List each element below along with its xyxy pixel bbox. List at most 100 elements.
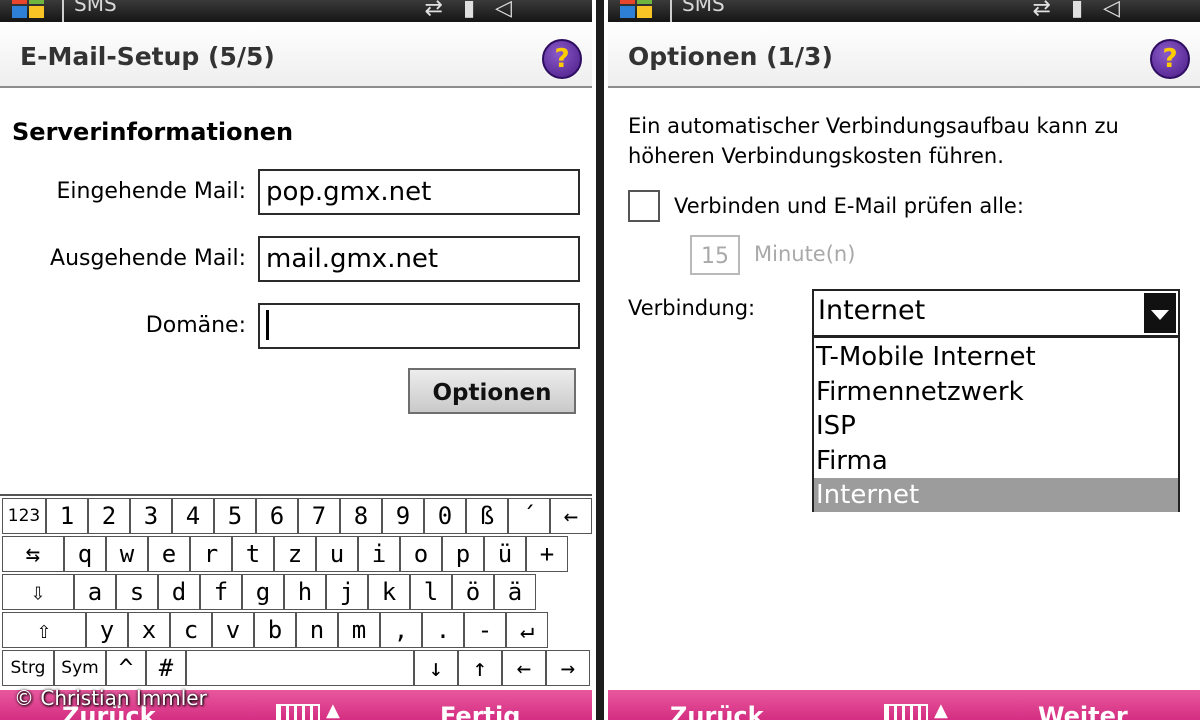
key-2-3[interactable]: w [106, 536, 148, 572]
keyboard-row-3: ⇩ a s d f g h j k l ö ä [0, 574, 592, 612]
screen-divider [592, 0, 608, 720]
chevron-down-icon[interactable] [1144, 293, 1176, 333]
keyboard-row-2: ⇆ q w e r t z u i o p ü + [0, 536, 592, 574]
key-1-3[interactable]: 2 [88, 498, 130, 534]
key-4-9[interactable]: , [380, 612, 422, 648]
key-1-4[interactable]: 3 [130, 498, 172, 534]
key-4-8[interactable]: m [338, 612, 380, 648]
key-4-12[interactable]: ↵ [506, 612, 548, 648]
key-5-8[interactable]: ← [502, 650, 546, 686]
key-4-5[interactable]: v [212, 612, 254, 648]
windows-start-icon[interactable] [12, 0, 46, 18]
minutes-input[interactable]: 15 [690, 235, 740, 275]
key-2-8[interactable]: u [316, 536, 358, 572]
key-2-6[interactable]: t [232, 536, 274, 572]
status-bar: SMS ⇄▮◁ [608, 0, 1200, 22]
help-icon[interactable]: ? [1150, 39, 1190, 79]
key-2-4[interactable]: e [148, 536, 190, 572]
page-title: Optionen (1/3) [628, 42, 833, 71]
connectivity-icon: ⇄ [1032, 0, 1071, 21]
key-2-5[interactable]: r [190, 536, 232, 572]
key-2-11[interactable]: p [442, 536, 484, 572]
key-4-7[interactable]: n [296, 612, 338, 648]
outgoing-mail-input[interactable]: mail.gmx.net [258, 236, 580, 282]
key-3-12[interactable]: ä [494, 574, 536, 610]
key-1-12[interactable]: ß [466, 498, 508, 534]
key-4-1[interactable]: ⇧ [2, 612, 86, 648]
key-3-7[interactable]: h [284, 574, 326, 610]
section-title: Serverinformationen [12, 118, 294, 146]
key-2-9[interactable]: i [358, 536, 400, 572]
incoming-mail-input[interactable]: pop.gmx.net [258, 169, 580, 215]
domain-input[interactable] [258, 303, 580, 349]
key-1-6[interactable]: 5 [214, 498, 256, 534]
key-3-8[interactable]: j [326, 574, 368, 610]
title-bar: E-Mail-Setup (5/5) ? [0, 22, 592, 88]
key-3-5[interactable]: f [200, 574, 242, 610]
help-icon[interactable]: ? [542, 39, 582, 79]
key-5-6[interactable]: ↓ [414, 650, 458, 686]
key-5-9[interactable]: → [546, 650, 590, 686]
space-key[interactable] [186, 650, 414, 686]
key-3-1[interactable]: ⇩ [2, 574, 74, 610]
caret-up-icon[interactable]: ▲ [326, 700, 340, 720]
domain-label: Domäne: [145, 313, 246, 338]
key-1-14[interactable]: ← [550, 498, 592, 534]
key-3-10[interactable]: l [410, 574, 452, 610]
key-1-11[interactable]: 0 [424, 498, 466, 534]
status-icons[interactable]: ⇄▮◁ [425, 0, 532, 21]
keyboard-icon[interactable] [884, 704, 928, 720]
connection-option[interactable]: Firmennetzwerk [814, 375, 1178, 409]
key-2-12[interactable]: ü [484, 536, 526, 572]
key-1-5[interactable]: 4 [172, 498, 214, 534]
key-1-1[interactable]: 123 [2, 498, 46, 534]
key-1-9[interactable]: 8 [340, 498, 382, 534]
key-3-4[interactable]: d [158, 574, 200, 610]
key-5-4[interactable]: # [146, 650, 186, 686]
key-5-2[interactable]: Sym [54, 650, 106, 686]
softkey-finish[interactable]: Fertig [440, 702, 520, 720]
connection-option[interactable]: ISP [814, 409, 1178, 443]
key-2-7[interactable]: z [274, 536, 316, 572]
key-1-7[interactable]: 6 [256, 498, 298, 534]
key-4-10[interactable]: . [422, 612, 464, 648]
softkey-back[interactable]: Zurück [670, 702, 764, 720]
key-3-3[interactable]: s [116, 574, 158, 610]
key-4-2[interactable]: y [86, 612, 128, 648]
key-3-9[interactable]: k [368, 574, 410, 610]
connection-select[interactable]: Internet [812, 289, 1180, 337]
keyboard-icon[interactable] [276, 704, 320, 720]
connection-option[interactable]: Internet [814, 478, 1178, 512]
caret-up-icon[interactable]: ▲ [934, 700, 948, 720]
connection-label: Verbindung: [628, 296, 756, 320]
key-2-13[interactable]: + [526, 536, 568, 572]
key-1-8[interactable]: 7 [298, 498, 340, 534]
key-4-4[interactable]: c [170, 612, 212, 648]
key-2-1[interactable]: ⇆ [2, 536, 64, 572]
status-title: SMS [74, 0, 117, 16]
onscreen-keyboard: 123 1 2 3 4 5 6 7 8 9 0 ß ´ ← ⇆ q w e r t z u i o p ü + ⇩ a s d f g h j k l ö… [0, 494, 592, 692]
key-5-7[interactable]: ↑ [458, 650, 502, 686]
key-5-1[interactable]: Strg [2, 650, 54, 686]
key-1-13[interactable]: ´ [508, 498, 550, 534]
key-3-6[interactable]: g [242, 574, 284, 610]
connection-option[interactable]: Firma [814, 444, 1178, 478]
softkey-next[interactable]: Weiter [1038, 702, 1128, 720]
key-4-3[interactable]: x [128, 612, 170, 648]
key-3-11[interactable]: ö [452, 574, 494, 610]
connection-option[interactable]: T-Mobile Internet [814, 340, 1178, 374]
auto-check-checkbox[interactable] [628, 190, 660, 222]
key-5-3[interactable]: ^ [106, 650, 146, 686]
key-4-11[interactable]: - [464, 612, 506, 648]
windows-start-icon[interactable] [620, 0, 654, 18]
options-button[interactable]: Optionen [408, 368, 576, 414]
key-3-2[interactable]: a [74, 574, 116, 610]
outgoing-mail-label: Ausgehende Mail: [50, 246, 246, 271]
key-4-6[interactable]: b [254, 612, 296, 648]
status-icons[interactable]: ⇄▮◁ [1033, 0, 1140, 21]
status-title: SMS [682, 0, 725, 16]
key-2-10[interactable]: o [400, 536, 442, 572]
key-2-2[interactable]: q [64, 536, 106, 572]
key-1-2[interactable]: 1 [46, 498, 88, 534]
key-1-10[interactable]: 9 [382, 498, 424, 534]
